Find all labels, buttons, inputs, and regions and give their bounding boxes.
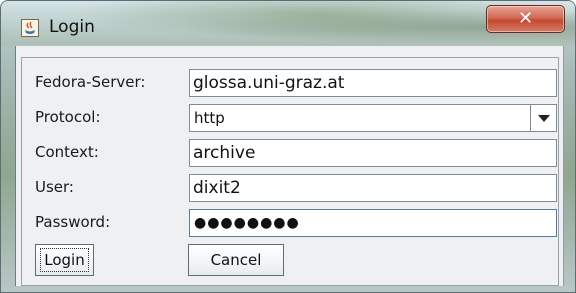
- user-field[interactable]: dixit2: [189, 174, 557, 202]
- chevron-down-icon[interactable]: [530, 105, 556, 131]
- fedora-server-field[interactable]: glossa.uni-graz.at: [189, 69, 557, 97]
- protocol-value: http: [194, 109, 225, 127]
- login-button-label: Login: [44, 251, 85, 269]
- protocol-label: Protocol:: [35, 108, 101, 126]
- fedora-server-label: Fedora-Server:: [35, 73, 146, 91]
- java-cup-icon: [21, 19, 39, 37]
- title-bar[interactable]: Login ✕: [1, 1, 575, 45]
- login-button[interactable]: Login: [35, 244, 94, 276]
- context-label: Context:: [35, 143, 99, 161]
- close-icon: ✕: [517, 8, 534, 29]
- password-field[interactable]: ●●●●●●●●: [189, 209, 557, 237]
- user-label: User:: [35, 178, 74, 196]
- protocol-select[interactable]: http: [189, 104, 557, 132]
- cancel-button[interactable]: Cancel: [188, 244, 284, 276]
- close-button[interactable]: ✕: [486, 5, 565, 33]
- password-label: Password:: [35, 213, 111, 231]
- context-field[interactable]: archive: [189, 139, 557, 167]
- window-title: Login: [49, 17, 95, 37]
- login-dialog: Login ✕ Fedora-Server: glossa.uni-graz.a…: [0, 0, 576, 293]
